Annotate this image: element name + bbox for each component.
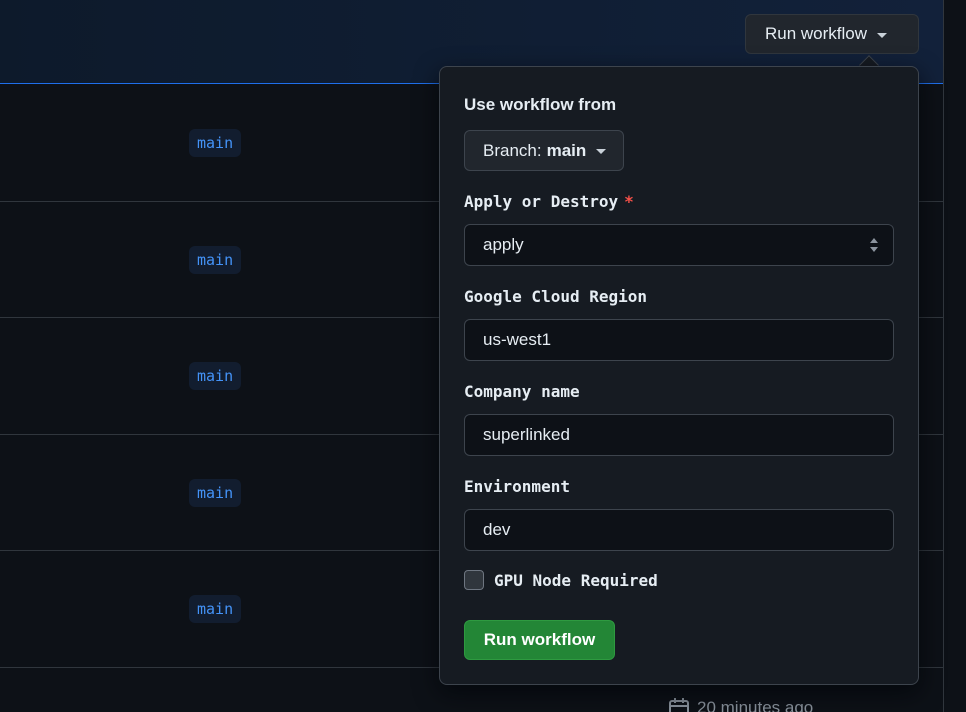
region-label: Google Cloud Region [464,287,648,306]
run-workflow-label: Run workflow [765,24,868,43]
branch-value: main [546,140,587,160]
gpu-node-checkbox[interactable] [464,570,484,590]
region-value: us-west1 [483,330,552,349]
run-workflow-dropdown-button[interactable]: Run workflow [745,14,919,54]
branch-tag[interactable]: main [189,362,242,390]
region-input[interactable]: us-west1 [464,319,894,361]
run-workflow-dialog: Use workflow from Branch: main Apply or … [439,66,919,685]
gpu-node-label: GPU Node Required [494,570,658,590]
branch-tag[interactable]: main [189,478,242,507]
required-mark: * [624,192,634,211]
run-time-text: 20 minutes ago [697,698,814,712]
apply-destroy-select[interactable]: apply [464,224,894,266]
gpu-option: GPU Node Required [464,570,658,590]
environment-input[interactable]: dev [464,509,894,551]
apply-destroy-value: apply [483,235,524,254]
caret-down-icon [877,32,888,38]
branch-tag[interactable]: main [189,595,242,623]
branch-prefix: Branch: [483,140,542,160]
calendar-icon [669,698,689,712]
branch-tag[interactable]: main [189,245,242,274]
select-updown-icon [870,238,878,252]
company-name-label: Company name [464,382,580,401]
company-name-input[interactable]: superlinked [464,414,894,456]
run-workflow-submit-button[interactable]: Run workflow [464,620,615,660]
apply-destroy-label: Apply or Destroy * [464,192,634,211]
apply-destroy-label-text: Apply or Destroy [464,192,619,211]
branch-tag[interactable]: main [189,129,242,157]
environment-label: Environment [464,477,570,496]
content-border [943,0,944,712]
use-workflow-from-label: Use workflow from [464,95,617,114]
run-time: 20 minutes ago [668,698,813,712]
company-name-value: superlinked [483,425,570,444]
caret-down-icon [596,149,607,154]
branch-select-button[interactable]: Branch: main [464,130,624,171]
environment-value: dev [483,520,511,539]
